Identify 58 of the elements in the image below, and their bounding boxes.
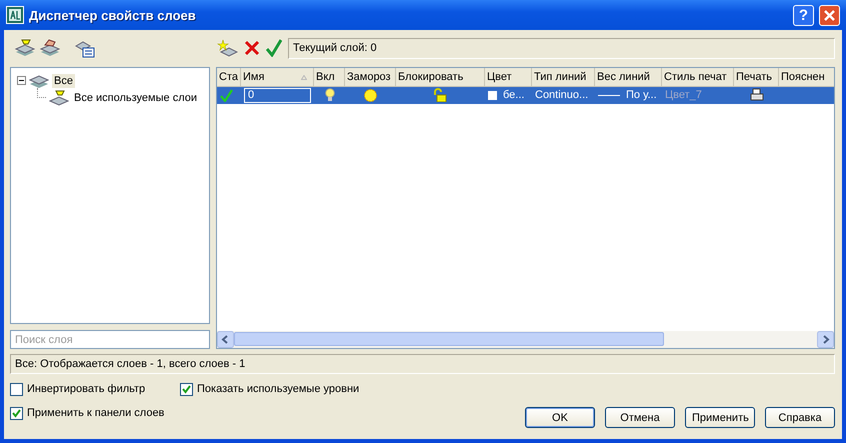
delete-icon[interactable] bbox=[244, 40, 260, 56]
color-swatch[interactable] bbox=[488, 90, 497, 100]
lineweight-line-icon bbox=[598, 94, 620, 96]
name-field[interactable]: 0 bbox=[244, 88, 311, 103]
column-header[interactable]: Вкл bbox=[314, 68, 345, 87]
app-icon bbox=[6, 6, 24, 24]
column-header[interactable]: Ста bbox=[217, 68, 241, 87]
column-header[interactable]: Блокировать bbox=[396, 68, 485, 87]
checkbox[interactable]: Применить к панели слоев bbox=[10, 404, 180, 422]
new-layer-icon[interactable] bbox=[216, 38, 238, 58]
collapse-toggle[interactable] bbox=[17, 76, 26, 85]
dialog-button[interactable]: Справка bbox=[765, 407, 835, 428]
sun-icon[interactable] bbox=[363, 88, 378, 103]
column-header[interactable]: Цвет bbox=[485, 68, 532, 87]
lock-icon[interactable] bbox=[434, 88, 447, 102]
column-header[interactable]: Пояснен bbox=[779, 68, 834, 87]
bulb-icon[interactable] bbox=[324, 88, 334, 102]
layers-hand-icon[interactable] bbox=[39, 38, 61, 58]
dialog-button[interactable]: Применить bbox=[685, 407, 755, 428]
checkbox-box[interactable] bbox=[10, 406, 23, 420]
tree-item[interactable]: Все используемые слои bbox=[72, 90, 199, 104]
checkbox-label: Применить к панели слоев bbox=[27, 407, 164, 419]
column-header[interactable]: Печать bbox=[734, 68, 779, 87]
current-layer-field: Текущий слой: 0 bbox=[288, 38, 835, 58]
table-row[interactable]: 0 бе... Continuo... По у... Цвет_7 bbox=[217, 87, 834, 104]
search-field[interactable]: Поиск слоя bbox=[10, 330, 210, 349]
checkbox-label: Инвертировать фильтр bbox=[27, 383, 146, 395]
help-button[interactable]: ? bbox=[793, 4, 814, 26]
table-cell: По у... bbox=[626, 89, 657, 101]
column-header[interactable]: Имя bbox=[241, 68, 314, 87]
scroll-right-button[interactable] bbox=[817, 331, 834, 348]
close-icon bbox=[823, 8, 836, 22]
layers-filter-icon[interactable] bbox=[14, 38, 36, 58]
column-header[interactable]: Тип линий bbox=[532, 68, 595, 87]
layers-filter-icon bbox=[49, 90, 69, 106]
column-header[interactable]: Вес линий bbox=[595, 68, 662, 87]
set-current-icon[interactable] bbox=[266, 39, 282, 57]
checkbox[interactable]: Инвертировать фильтр bbox=[10, 380, 180, 398]
sort-arrow-icon bbox=[301, 75, 307, 80]
scroll-left-button[interactable] bbox=[217, 331, 234, 348]
scrollbar-thumb[interactable] bbox=[234, 332, 664, 346]
checkbox-label: Показать используемые уровни bbox=[197, 383, 360, 395]
close-button[interactable] bbox=[819, 4, 840, 26]
tree-item[interactable]: Все bbox=[52, 74, 75, 88]
table-cell: Цвет_7 bbox=[665, 89, 702, 101]
layers-icon bbox=[29, 72, 49, 88]
dialog-button[interactable]: OK bbox=[525, 407, 595, 428]
printer-icon[interactable] bbox=[750, 88, 764, 102]
column-header[interactable]: Стиль печат bbox=[662, 68, 734, 87]
table-cell: бе... bbox=[503, 89, 524, 101]
column-header[interactable]: Замороз bbox=[345, 68, 396, 87]
table-cell: Continuo... bbox=[535, 89, 588, 101]
window-title: Диспетчер свойств слоев bbox=[29, 8, 196, 22]
checkbox-box[interactable] bbox=[180, 382, 193, 396]
checkbox-box[interactable] bbox=[10, 382, 23, 396]
status-bar: Все: Отображается слоев - 1, всего слоев - 1 bbox=[10, 354, 835, 374]
dialog-button[interactable]: Отмена bbox=[605, 407, 675, 428]
checkbox[interactable]: Показать используемые уровни bbox=[180, 380, 400, 398]
